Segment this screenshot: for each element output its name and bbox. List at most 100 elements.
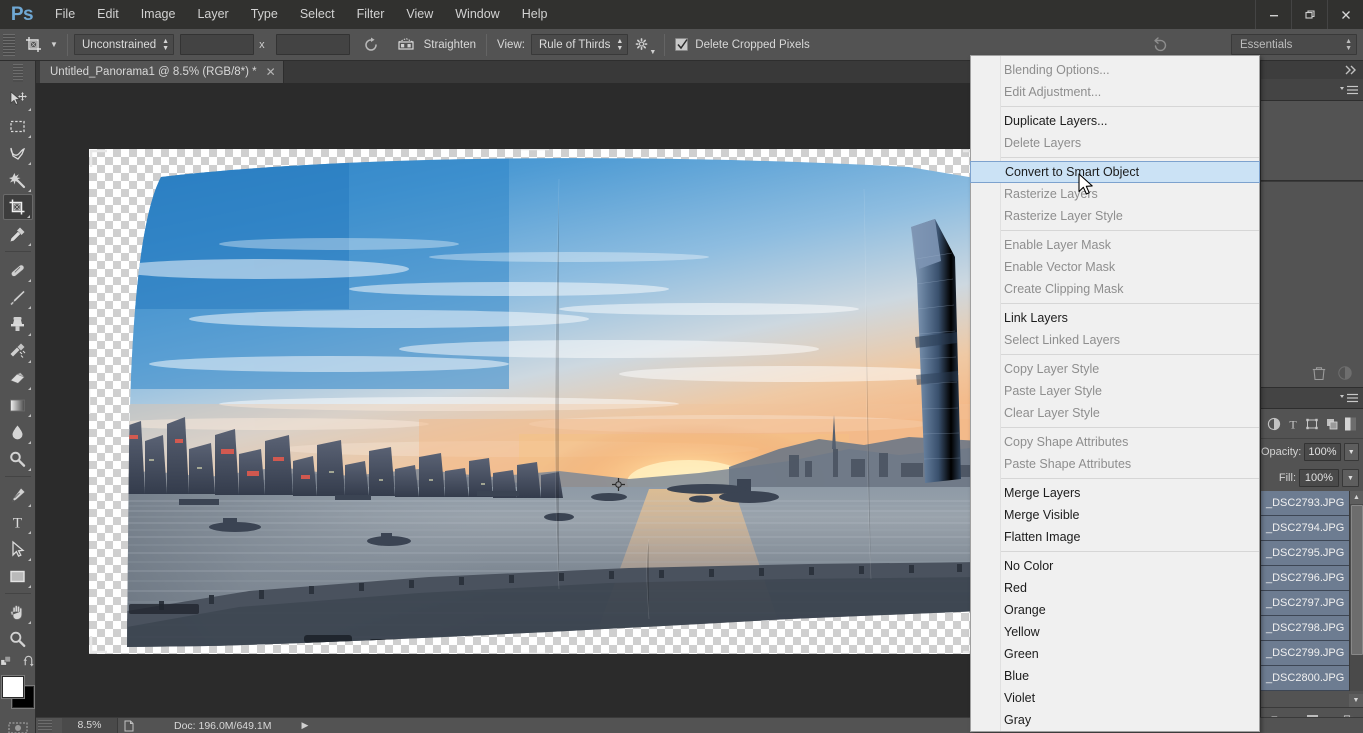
panel-expand-button[interactable] [1261, 61, 1363, 79]
filter-toggle-icon[interactable] [1344, 416, 1357, 432]
straighten-icon[interactable] [392, 33, 420, 57]
clone-stamp-tool[interactable] [3, 311, 33, 337]
gradient-tool[interactable] [3, 392, 33, 418]
crop-overlay-view-select[interactable]: Rule of Thirds ▲ ▼ [530, 34, 629, 55]
fill-value[interactable]: 100% [1299, 469, 1339, 487]
delete-cropped-pixels-checkbox[interactable] [675, 38, 689, 51]
dodge-tool[interactable] [3, 446, 33, 472]
type-tool[interactable]: T [3, 509, 33, 535]
foreground-color-swatch[interactable] [1, 676, 24, 698]
list-item[interactable]: _DSC2799.JPG [1261, 641, 1350, 666]
scroll-up-arrow-icon[interactable]: ▲ [1350, 491, 1363, 504]
shape-layers-icon[interactable] [1325, 417, 1339, 431]
swap-colors-icon[interactable] [22, 654, 35, 670]
circle-halftone-icon[interactable] [1267, 417, 1281, 431]
eraser-tool[interactable] [3, 365, 33, 391]
crop-height-input[interactable] [275, 34, 350, 55]
layers-panel-menu-icon[interactable] [1339, 392, 1359, 404]
menu-select[interactable]: Select [289, 0, 346, 29]
quick-mask-toggle[interactable] [3, 715, 33, 733]
menu-image[interactable]: Image [130, 0, 187, 29]
workspace-select[interactable]: Essentials ▲ ▼ [1231, 34, 1357, 55]
list-item[interactable]: _DSC2794.JPG [1261, 516, 1350, 541]
context-menu-item[interactable]: Merge Layers [971, 482, 1259, 504]
layers-panel-tab-strip[interactable] [1261, 387, 1363, 409]
path-selection-tool[interactable] [3, 536, 33, 562]
context-menu-item[interactable]: Green [971, 643, 1259, 665]
rectangle-shape-tool[interactable] [3, 563, 33, 589]
context-menu-item[interactable]: Flatten Image [971, 526, 1259, 548]
document-canvas[interactable] [89, 149, 981, 654]
list-item[interactable]: _DSC2798.JPG [1261, 616, 1350, 641]
menu-type[interactable]: Type [240, 0, 289, 29]
eyedropper-tool[interactable] [3, 221, 33, 247]
opacity-value[interactable]: 100% [1304, 443, 1341, 461]
magic-wand-tool[interactable] [3, 167, 33, 193]
list-item[interactable]: _DSC2793.JPG [1261, 491, 1350, 516]
tools-panel-grip[interactable] [13, 64, 23, 82]
type-T-icon[interactable]: T [1286, 417, 1300, 431]
context-menu-item[interactable]: Gray [971, 709, 1259, 731]
menu-filter[interactable]: Filter [346, 0, 396, 29]
swap-rotate-icon[interactable] [358, 33, 384, 57]
context-menu-item[interactable]: No Color [971, 555, 1259, 577]
list-item[interactable]: _DSC2800.JPG [1261, 666, 1350, 691]
close-button[interactable] [1327, 0, 1363, 29]
list-item[interactable]: _DSC2796.JPG [1261, 566, 1350, 591]
default-colors-icon[interactable] [0, 654, 13, 670]
status-expand-icon[interactable]: ▶ [301, 720, 308, 731]
scroll-down-arrow-icon[interactable]: ▼ [1349, 694, 1363, 707]
menu-edit[interactable]: Edit [86, 0, 130, 29]
crop-center-crosshair-icon[interactable] [612, 478, 625, 491]
restore-button[interactable] [1291, 0, 1327, 29]
opacity-caret-icon[interactable]: ▼ [1343, 443, 1359, 461]
brush-tool[interactable] [3, 284, 33, 310]
straighten-label[interactable]: Straighten [424, 39, 476, 51]
crop-width-input[interactable] [180, 34, 255, 55]
document-tab[interactable]: Untitled_Panorama1 @ 8.5% (RGB/8*) * ✕ [40, 61, 284, 83]
healing-brush-tool[interactable] [3, 257, 33, 283]
crop-tool[interactable] [2, 194, 33, 220]
menu-help[interactable]: Help [511, 0, 559, 29]
reset-icon[interactable] [1147, 33, 1173, 57]
minimize-button[interactable] [1255, 0, 1291, 29]
crop-tool-icon[interactable] [21, 33, 47, 57]
menu-layer[interactable]: Layer [186, 0, 239, 29]
context-menu-item[interactable]: Blue [971, 665, 1259, 687]
transform-box-icon[interactable] [1305, 417, 1319, 431]
context-menu-item[interactable]: Violet [971, 687, 1259, 709]
menu-file[interactable]: File [44, 0, 86, 29]
context-menu-item[interactable]: Yellow [971, 621, 1259, 643]
history-brush-tool[interactable] [3, 338, 33, 364]
menu-view[interactable]: View [395, 0, 444, 29]
gear-icon[interactable]: ▼ [634, 34, 656, 56]
document-icon[interactable] [118, 720, 140, 732]
rectangular-marquee-tool[interactable] [3, 113, 33, 139]
delete-layer-icon[interactable] [1311, 365, 1327, 381]
options-bar-grip[interactable] [3, 33, 15, 56]
delete-cropped-pixels-label[interactable]: Delete Cropped Pixels [695, 39, 809, 51]
move-tool[interactable] [3, 86, 33, 112]
context-menu-item[interactable]: Orange [971, 599, 1259, 621]
context-menu-item[interactable]: Red [971, 577, 1259, 599]
layers-list[interactable]: _DSC2793.JPG _DSC2794.JPG _DSC2795.JPG _… [1261, 491, 1363, 691]
fill-caret-icon[interactable]: ▼ [1342, 469, 1359, 487]
menu-window[interactable]: Window [444, 0, 510, 29]
zoom-tool[interactable] [3, 626, 33, 652]
lasso-tool[interactable] [3, 140, 33, 166]
panel-tab-strip[interactable] [1261, 79, 1363, 101]
hand-tool[interactable] [3, 599, 33, 625]
context-menu-item[interactable]: Link Layers [971, 307, 1259, 329]
list-item[interactable]: _DSC2797.JPG [1261, 591, 1350, 616]
layer-context-menu[interactable]: Blending Options... Edit Adjustment... Dup… [970, 55, 1260, 732]
list-item[interactable]: _DSC2795.JPG [1261, 541, 1350, 566]
blur-tool[interactable] [3, 419, 33, 445]
context-menu-item[interactable]: Merge Visible [971, 504, 1259, 526]
context-menu-item[interactable]: Convert to Smart Object [970, 161, 1260, 183]
tool-preset-caret-icon[interactable]: ▼ [47, 34, 61, 56]
pen-tool[interactable] [3, 482, 33, 508]
layers-scrollbar[interactable]: ▲ [1349, 491, 1363, 691]
scrollbar-thumb[interactable] [1351, 505, 1363, 655]
context-menu-item[interactable]: Duplicate Layers... [971, 110, 1259, 132]
panel-menu-icon[interactable] [1339, 84, 1359, 96]
